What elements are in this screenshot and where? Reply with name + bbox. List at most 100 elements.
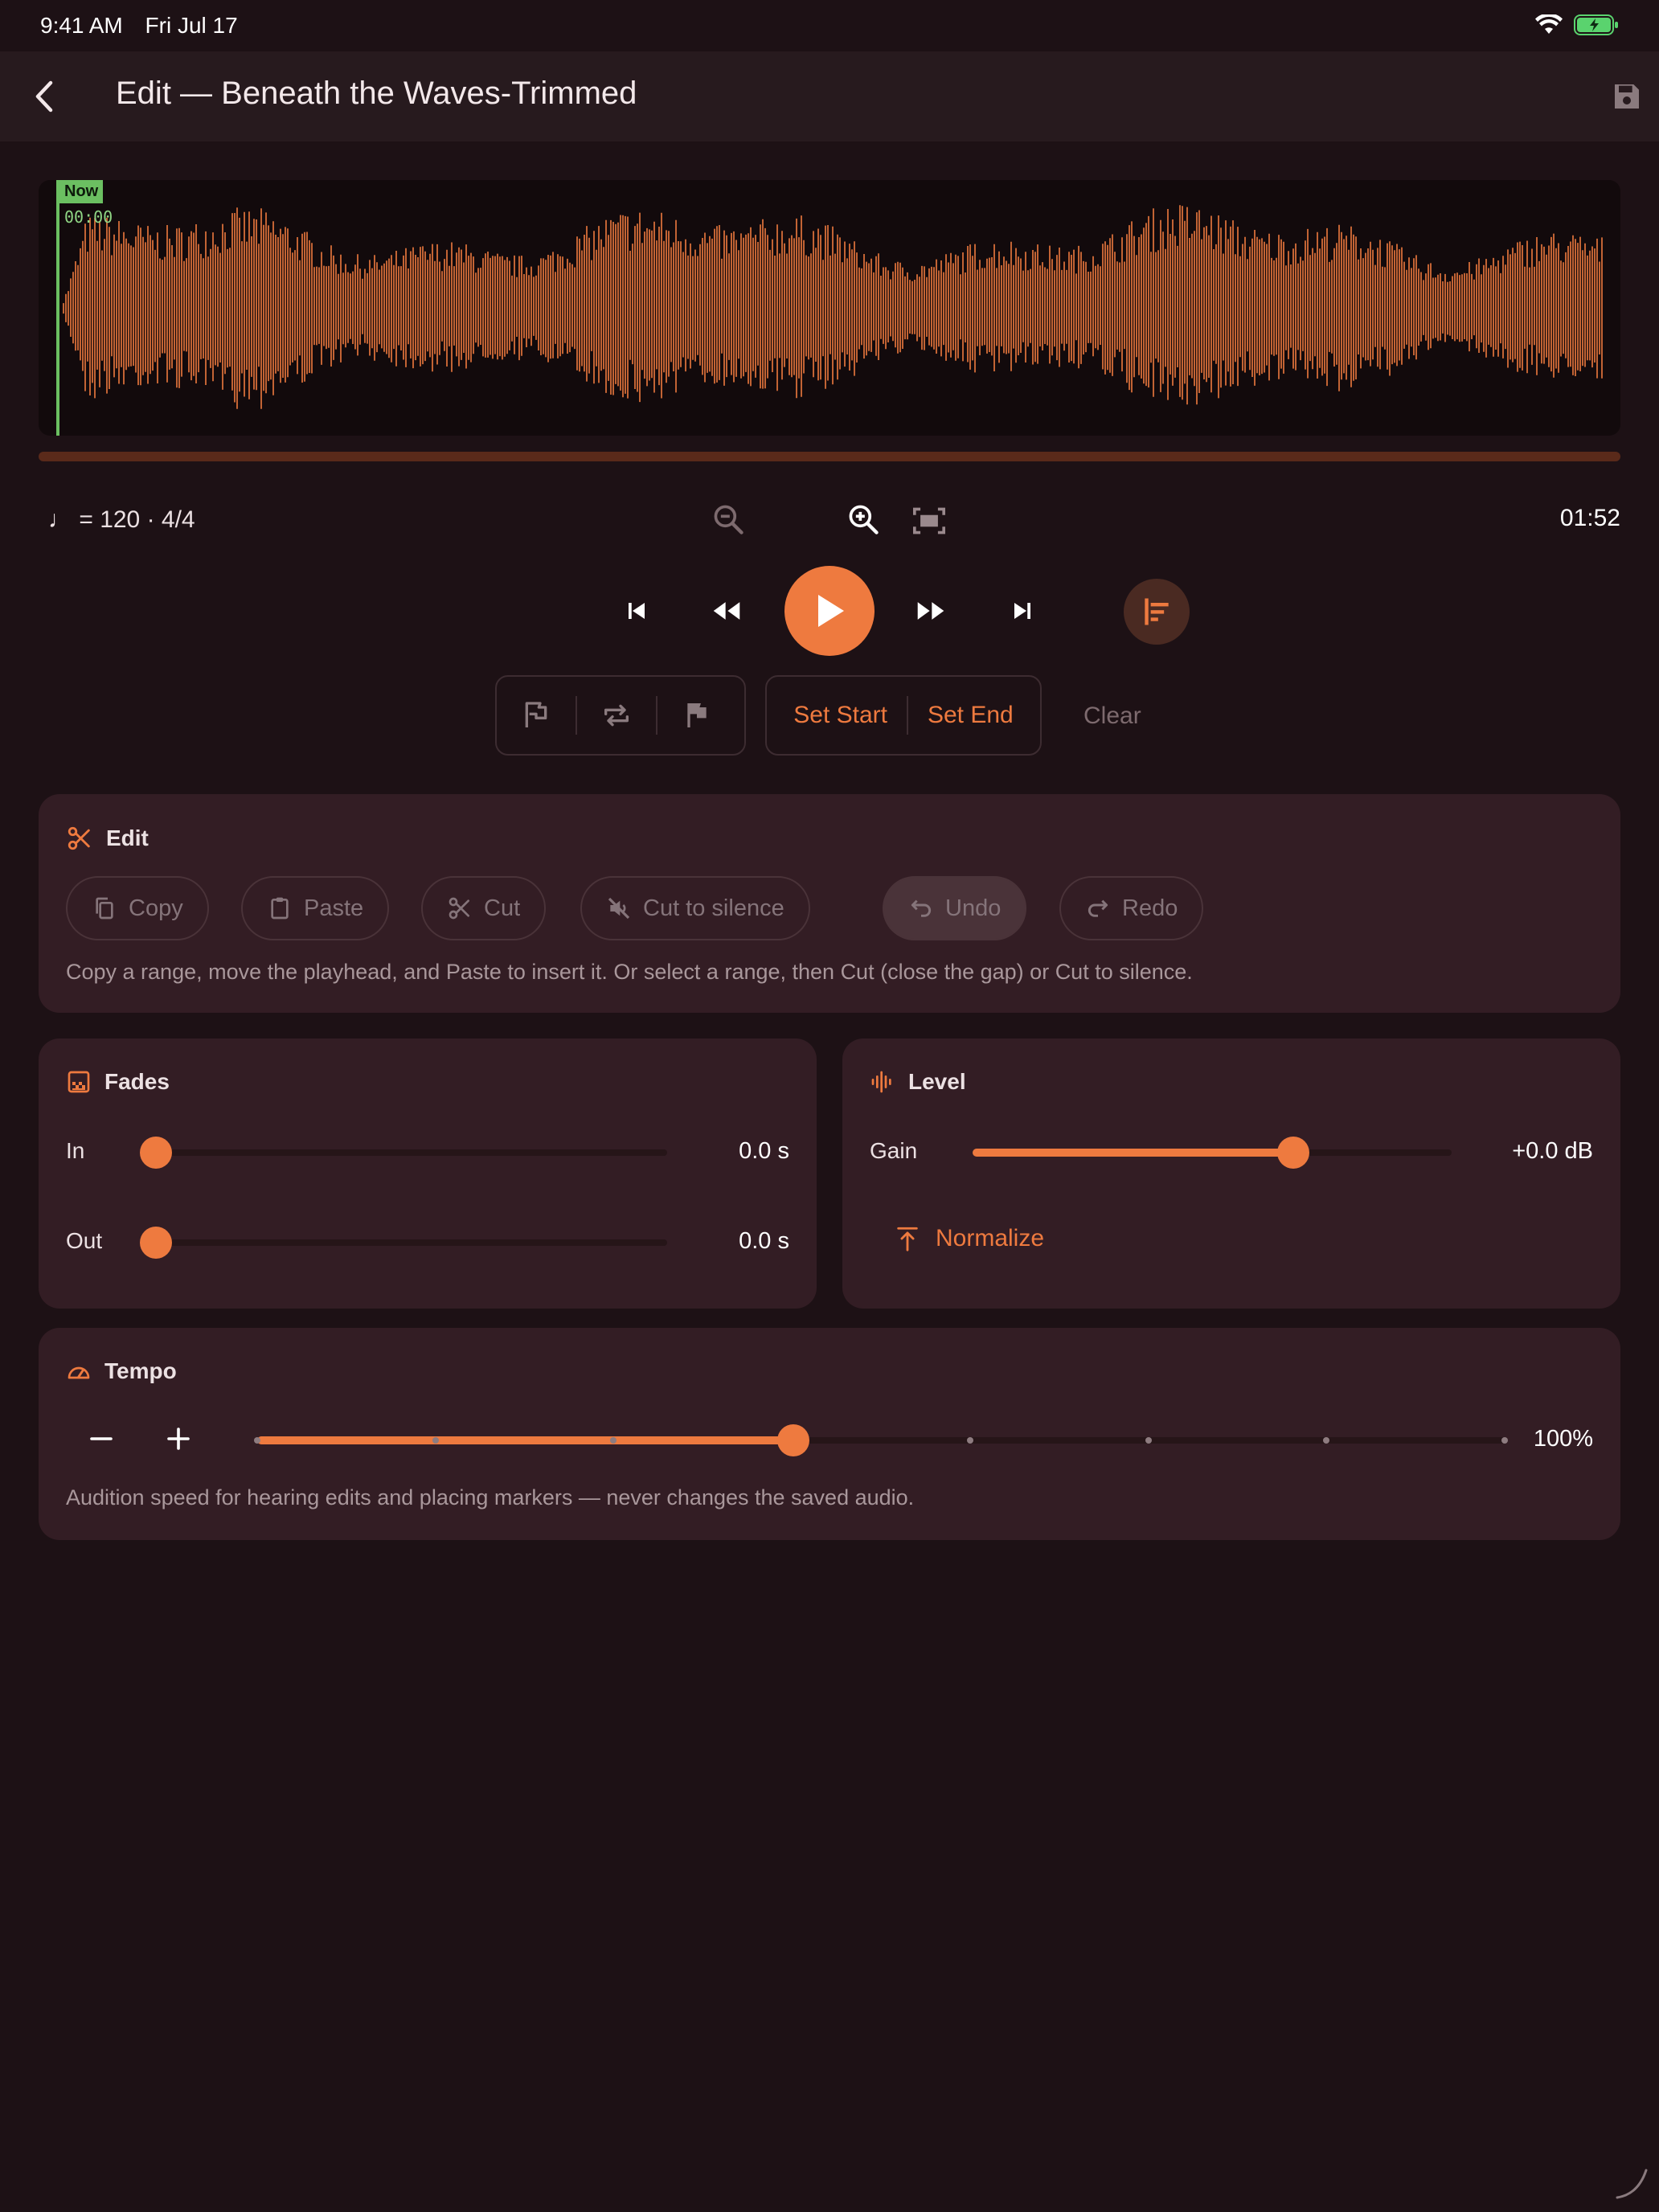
save-icon [1615,84,1639,109]
volume-off-icon [608,897,630,920]
tempo-fill [257,1436,794,1444]
tempo-tick [1501,1437,1508,1444]
paste-button[interactable]: Paste [241,876,390,940]
skip-start-icon [629,603,645,619]
fast-forward-icon [917,602,944,620]
zoom-out-icon [714,505,743,535]
plus-icon [167,1428,190,1450]
redo-icon [1088,899,1108,917]
battery-icon [1574,14,1618,35]
play-button[interactable] [784,566,875,656]
fade-in-track[interactable] [156,1149,667,1156]
tempo-header: Tempo [66,1358,177,1384]
fades-header: Fades [66,1069,170,1095]
play-icon [818,595,844,627]
copy-button[interactable]: Copy [66,876,209,940]
playhead-time: 00:00 [64,207,113,227]
tempo-tick [966,1437,973,1444]
level-header: Level [870,1069,966,1095]
tempo-tick [1145,1437,1152,1444]
waveform-panel[interactable] [39,180,1620,436]
fade-in-slider-thumb[interactable] [140,1137,172,1169]
tempo-decrease-button[interactable] [87,1424,116,1453]
align-top-arrow-icon [897,1227,918,1251]
fade-in-label: In [66,1138,85,1163]
skip-to-start-button[interactable] [611,585,662,637]
playhead[interactable] [56,180,59,436]
save-button[interactable] [1606,76,1648,117]
gradient-icon [68,1071,90,1093]
redo-button[interactable]: Redo [1059,876,1204,940]
cut-button[interactable]: Cut [421,876,547,940]
cut-to-silence-button[interactable]: Cut to silence [580,876,810,940]
tempo-help-text: Audition speed for hearing edits and pla… [66,1485,915,1509]
tempo-tick [254,1437,260,1444]
overview-scrubber[interactable] [39,452,1620,461]
tempo-slider-thumb[interactable] [777,1424,810,1456]
back-button[interactable] [23,74,68,119]
set-start-marker-button[interactable] [497,699,576,731]
status-time: 9:41 AM [40,13,123,38]
fade-out-slider-thumb[interactable] [140,1227,172,1259]
waveform [63,205,1603,409]
rewind-button[interactable] [701,585,752,637]
paste-label: Paste [304,895,364,921]
rewind-icon [713,602,740,620]
edit-header: Edit [66,825,149,852]
flag-outline-icon [525,702,547,727]
range-group: Set Start Set End [765,675,1042,756]
flag-filled-icon [687,703,707,727]
skip-to-end-button[interactable] [997,585,1048,637]
total-duration: 01:52 [1559,505,1620,531]
fade-in-value: 0.0 s [739,1138,789,1164]
redo-label: Redo [1122,895,1178,921]
zoom-out-button[interactable] [711,502,746,537]
copy-label: Copy [129,895,183,921]
speedometer-icon [68,1366,90,1379]
tempo-signature: ♩ = 120 · 4/4 [48,506,195,533]
scissors-icon [449,897,469,920]
skip-end-icon [1014,603,1030,619]
normalize-label: Normalize [936,1225,1045,1251]
undo-label: Undo [945,895,1002,921]
resize-handle[interactable] [1614,2165,1649,2201]
tempo-tick [432,1437,439,1444]
level-title: Level [908,1069,966,1094]
edit-card: Edit Copy Paste Cut Cut to silence Undo … [39,794,1620,1013]
marker-group [495,675,746,756]
zoom-in-button[interactable] [846,502,881,537]
set-start-button[interactable]: Set Start [774,702,907,729]
waveform-icon [871,1071,891,1093]
fade-out-track[interactable] [156,1239,667,1246]
gain-label: Gain [870,1138,918,1163]
gain-slider-thumb[interactable] [1277,1137,1310,1169]
waveform-path [63,205,1603,409]
fade-out-label: Out [66,1228,103,1253]
set-end-button[interactable]: Set End [908,702,1033,729]
resize-grip-icon [1616,2169,1648,2199]
follow-playhead-button[interactable] [1124,579,1190,645]
cut-to-silence-label: Cut to silence [643,895,784,921]
level-card: Level Gain +0.0 dB Normalize [842,1038,1620,1309]
undo-icon [911,899,932,917]
tempo-increase-button[interactable] [164,1424,193,1453]
page-title: Edit — Beneath the Waves-Trimmed [116,76,637,111]
playhead-badge: Now [59,180,104,203]
edit-title: Edit [106,825,149,850]
loop-button[interactable] [577,699,656,731]
undo-button[interactable]: Undo [883,876,1027,940]
fit-screen-icon [913,507,945,535]
gain-value: +0.0 dB [1512,1138,1593,1164]
zoom-fit-button[interactable] [911,505,947,537]
status-icons [1535,14,1619,35]
cut-label: Cut [484,895,521,921]
fast-forward-button[interactable] [905,585,956,637]
clear-button[interactable]: Clear [1083,703,1141,730]
status-bar: 9:41 AM Fri Jul 17 [40,13,254,39]
app-bar: Edit — Beneath the Waves-Trimmed [0,51,1659,141]
normalize-button[interactable]: Normalize [895,1225,1044,1252]
set-end-marker-button[interactable] [657,699,736,731]
minus-icon [90,1437,113,1440]
follow-playhead-icon [1145,598,1169,625]
tempo-card: Tempo 100% Audition speed for hearing ed… [39,1328,1620,1540]
